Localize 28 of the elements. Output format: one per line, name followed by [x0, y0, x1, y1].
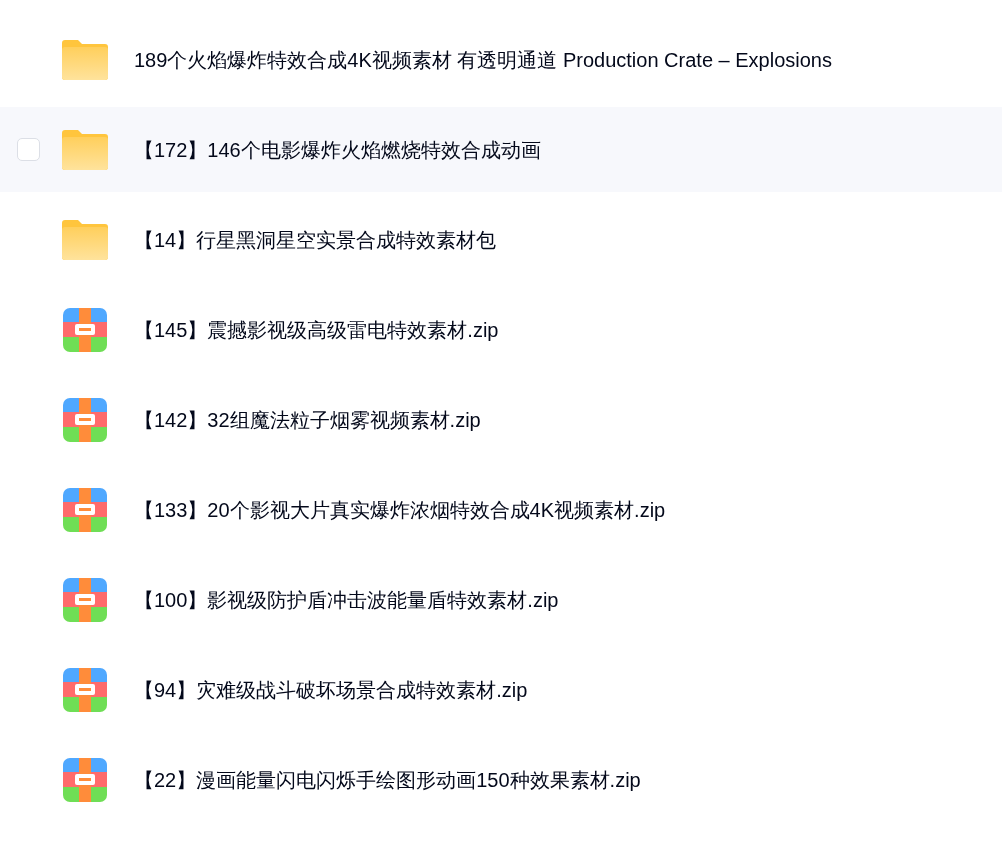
file-row[interactable]: 【94】灾难级战斗破坏场景合成特效素材.zip: [0, 647, 1002, 732]
archive-icon: [63, 667, 107, 712]
file-row[interactable]: 【14】行星黑洞星空实景合成特效素材包: [0, 197, 1002, 282]
file-row[interactable]: 【22】漫画能量闪电闪烁手绘图形动画150种效果素材.zip: [0, 737, 1002, 822]
file-name: 【100】影视级防护盾冲击波能量盾特效素材.zip: [134, 587, 559, 613]
file-name: 【133】20个影视大片真实爆炸浓烟特效合成4K视频素材.zip: [134, 497, 666, 523]
file-row[interactable]: 【133】20个影视大片真实爆炸浓烟特效合成4K视频素材.zip: [0, 467, 1002, 552]
file-row[interactable]: 【100】影视级防护盾冲击波能量盾特效素材.zip: [0, 557, 1002, 642]
file-name: 【94】灾难级战斗破坏场景合成特效素材.zip: [134, 677, 528, 703]
file-name: 【14】行星黑洞星空实景合成特效素材包: [134, 227, 497, 253]
archive-icon: [63, 577, 107, 622]
checkbox[interactable]: [17, 138, 40, 161]
archive-icon: [63, 307, 107, 352]
file-name: 189个火焰爆炸特效合成4K视频素材 有透明通道 Production Crate – Explosions: [134, 47, 832, 73]
file-row[interactable]: 【145】震撼影视级高级雷电特效素材.zip: [0, 287, 1002, 372]
archive-icon: [63, 487, 107, 532]
file-row[interactable]: 189个火焰爆炸特效合成4K视频素材 有透明通道 Production Crate – Explosions: [0, 17, 1002, 102]
folder-icon: [62, 129, 108, 170]
file-name: 【142】32组魔法粒子烟雾视频素材.zip: [134, 407, 481, 433]
folder-icon: [62, 219, 108, 260]
file-name: 【145】震撼影视级高级雷电特效素材.zip: [134, 317, 499, 343]
file-name: 【172】146个电影爆炸火焰燃烧特效合成动画: [134, 137, 541, 163]
folder-icon: [62, 39, 108, 80]
archive-icon: [63, 397, 107, 442]
file-row[interactable]: 【172】146个电影爆炸火焰燃烧特效合成动画: [0, 107, 1002, 192]
archive-icon: [63, 757, 107, 802]
file-row[interactable]: 【142】32组魔法粒子烟雾视频素材.zip: [0, 377, 1002, 462]
file-name: 【22】漫画能量闪电闪烁手绘图形动画150种效果素材.zip: [134, 767, 641, 793]
